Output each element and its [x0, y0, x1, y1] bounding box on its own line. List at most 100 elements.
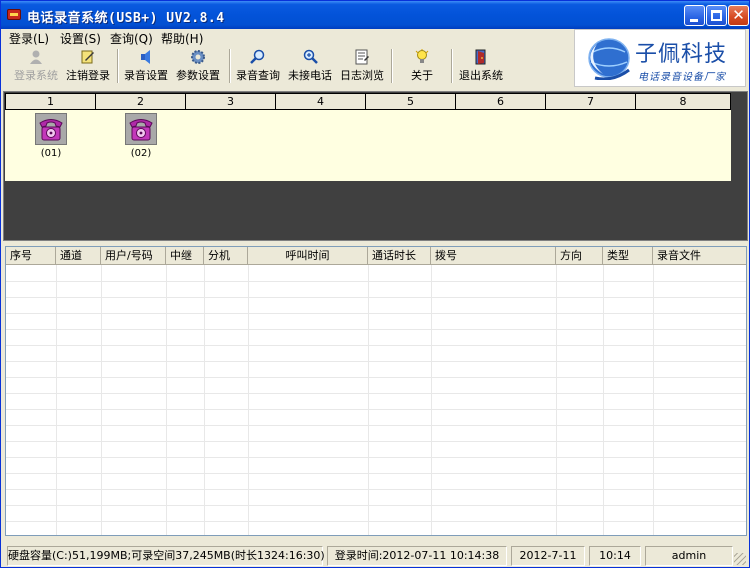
record-query-button[interactable]: 录音查询 [233, 47, 283, 85]
menu-query[interactable]: 查询(Q) [108, 30, 155, 47]
maximize-button[interactable] [706, 5, 727, 26]
logout-icon [80, 49, 96, 65]
grid-row-line [6, 505, 746, 506]
title-bar[interactable]: 电话录音系统(USB+) UV2.8.4 ✕ [1, 1, 749, 29]
login-button[interactable]: 登录系统 [11, 47, 61, 85]
missed-calls-button[interactable]: 未接电话 [285, 47, 335, 85]
globe-logo-icon [588, 38, 630, 80]
channel-phone-01[interactable]: (01) [34, 113, 68, 159]
grid-column-line [56, 265, 57, 535]
logout-button[interactable]: 注销登录 [63, 47, 113, 85]
grid-row-line [6, 345, 746, 346]
maximize-icon [711, 10, 722, 21]
grid-row-line [6, 489, 746, 490]
grid-column-line [556, 265, 557, 535]
grid-row-line [6, 313, 746, 314]
grid-row-line [6, 297, 746, 298]
call-record-list[interactable]: 序号 通道 用户/号码 中继 分机 呼叫时间 通话时长 拨号 方向 类型 录音文… [5, 246, 747, 536]
channel-phone-label: (01) [40, 148, 62, 159]
minimize-icon [690, 19, 698, 22]
grid-column-line [653, 265, 654, 535]
record-settings-button[interactable]: 录音设置 [121, 47, 171, 85]
channel-header-cell: 4 [275, 93, 366, 110]
column-header-record-file[interactable]: 录音文件 [653, 247, 746, 265]
grid-row-line [6, 457, 746, 458]
grid-row-line [6, 281, 746, 282]
exit-door-icon [473, 49, 489, 65]
column-header-index[interactable]: 序号 [6, 247, 56, 265]
logo-company-name: 子佩科技 [635, 42, 728, 67]
toolbar: 登录系统 注销登录 录音设置 参数设置 录音查询 未接电话 日志浏览 关于 退出… [3, 47, 575, 87]
status-bar: 硬盘容量(C:)51,199MB;可录空间37,245MB(时长1324:16:… [3, 545, 748, 567]
main-window: 电话录音系统(USB+) UV2.8.4 ✕ 登录(L) 设置(S) 查询(Q)… [0, 0, 750, 568]
minimize-button[interactable] [684, 5, 705, 26]
toolbar-separator [451, 49, 453, 83]
telephone-icon [35, 113, 67, 145]
channel-header-cell: 2 [95, 93, 186, 110]
grid-column-line [431, 265, 432, 535]
status-time: 10:14 [589, 546, 641, 566]
channel-header-cell: 7 [545, 93, 636, 110]
grid-row-line [6, 521, 746, 522]
resize-grip[interactable] [734, 553, 746, 565]
exit-button[interactable]: 退出系统 [455, 47, 507, 85]
column-header-user-number[interactable]: 用户/号码 [101, 247, 166, 265]
app-icon[interactable] [7, 9, 21, 20]
channel-header-cell: 5 [365, 93, 456, 110]
company-logo: 子佩科技 电话录音设备厂家 [574, 29, 746, 87]
menu-bar: 登录(L) 设置(S) 查询(Q) 帮助(H) [3, 29, 573, 47]
grid-row-line [6, 393, 746, 394]
menu-help[interactable]: 帮助(H) [159, 30, 205, 47]
grid-row-line [6, 329, 746, 330]
column-header-type[interactable]: 类型 [603, 247, 653, 265]
channel-header: 1 2 3 4 5 6 7 8 [5, 93, 731, 110]
column-header-channel[interactable]: 通道 [56, 247, 101, 265]
column-header-duration[interactable]: 通话时长 [368, 247, 431, 265]
grid-column-line [603, 265, 604, 535]
channel-header-cell: 3 [185, 93, 276, 110]
close-icon: ✕ [732, 6, 745, 24]
status-login-time: 登录时间:2012-07-11 10:14:38 [327, 546, 507, 566]
grid-column-line [166, 265, 167, 535]
channel-header-cell: 6 [455, 93, 546, 110]
magnifier-plus-icon [302, 49, 318, 65]
gear-icon [190, 49, 206, 65]
toolbar-separator [229, 49, 231, 83]
speaker-icon [138, 49, 154, 65]
user-login-icon [28, 49, 44, 65]
status-date: 2012-7-11 [511, 546, 585, 566]
window-title: 电话录音系统(USB+) UV2.8.4 [27, 11, 225, 26]
channel-panel: 1 2 3 4 5 6 7 8 (01) (02) [3, 91, 748, 241]
log-browse-button[interactable]: 日志浏览 [337, 47, 387, 85]
toolbar-separator [117, 49, 119, 83]
channel-area: 1 2 3 4 5 6 7 8 (01) (02) [5, 93, 731, 181]
about-button[interactable]: 关于 [397, 47, 447, 85]
column-header-trunk[interactable]: 中继 [166, 247, 204, 265]
column-header-extension[interactable]: 分机 [204, 247, 248, 265]
grid-row-line [6, 425, 746, 426]
grid-row-line [6, 377, 746, 378]
column-header-call-time[interactable]: 呼叫时间 [248, 247, 368, 265]
telephone-icon [125, 113, 157, 145]
grid-row-line [6, 473, 746, 474]
lightbulb-icon [414, 49, 430, 65]
column-header-dialed[interactable]: 拨号 [431, 247, 556, 265]
channel-phone-02[interactable]: (02) [124, 113, 158, 159]
param-settings-button[interactable]: 参数设置 [173, 47, 223, 85]
log-icon [354, 49, 370, 65]
grid-column-line [204, 265, 205, 535]
grid-row-line [6, 441, 746, 442]
grid-row-line [6, 409, 746, 410]
status-user: admin [645, 546, 733, 566]
channel-header-cell: 8 [635, 93, 731, 110]
status-disk-capacity: 硬盘容量(C:)51,199MB;可录空间37,245MB(时长1324:16:… [7, 546, 325, 566]
channel-phone-label: (02) [130, 148, 152, 159]
menu-settings[interactable]: 设置(S) [58, 30, 103, 47]
grid-column-line [248, 265, 249, 535]
grid-row-line [6, 361, 746, 362]
channel-header-cell: 1 [5, 93, 96, 110]
call-list-header: 序号 通道 用户/号码 中继 分机 呼叫时间 通话时长 拨号 方向 类型 录音文… [6, 247, 746, 265]
column-header-direction[interactable]: 方向 [556, 247, 603, 265]
close-button[interactable]: ✕ [728, 5, 749, 26]
menu-login[interactable]: 登录(L) [7, 30, 51, 47]
